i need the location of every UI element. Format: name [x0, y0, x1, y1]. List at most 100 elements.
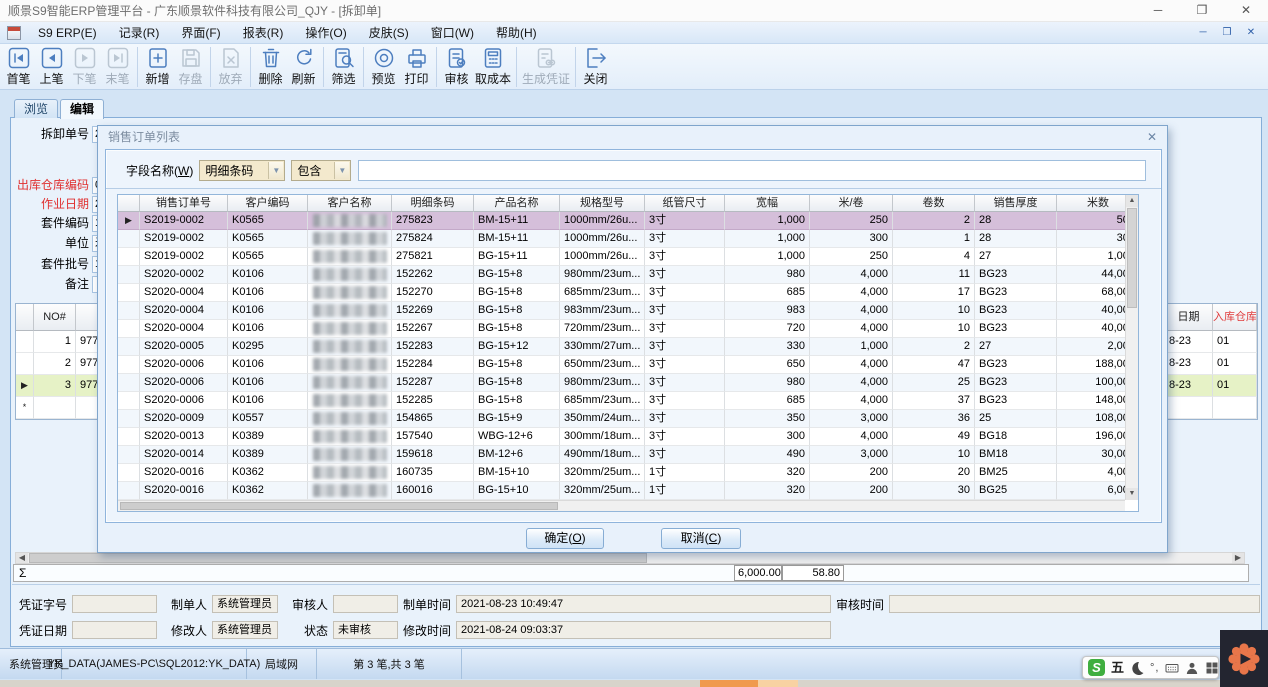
table-row[interactable]: 8-2301 — [1165, 331, 1257, 353]
table-row[interactable]: S2020-0002K0106152262BG-15+8980mm/23um..… — [118, 266, 1125, 284]
column-header-卷数[interactable]: 卷数 — [893, 195, 975, 212]
delete-button[interactable]: 删除 — [254, 46, 287, 87]
column-header-客户编码[interactable]: 客户编码 — [228, 195, 308, 212]
column-header-宽幅[interactable]: 宽幅 — [725, 195, 810, 212]
person-icon[interactable] — [1185, 661, 1199, 675]
menu-item-skin[interactable]: 皮肤(S) — [358, 22, 420, 44]
menu-item-operation[interactable]: 操作(O) — [294, 22, 357, 44]
tab-browse[interactable]: 浏览 — [14, 99, 58, 118]
voucher-no-field[interactable] — [72, 595, 157, 613]
column-header-销售厚度[interactable]: 销售厚度 — [975, 195, 1057, 212]
punctuation-icon[interactable]: °, — [1150, 662, 1159, 674]
table-row[interactable]: 8-2301 — [1165, 353, 1257, 375]
scroll-up-icon[interactable]: ▲ — [1126, 195, 1138, 207]
column-header-selector[interactable] — [118, 195, 140, 212]
column-header-销售订单号[interactable]: 销售订单号 — [140, 195, 228, 212]
prev-record-button[interactable]: 上笔 — [35, 46, 68, 87]
discard-button[interactable]: 放弃 — [214, 46, 247, 87]
horizontal-scrollbar[interactable] — [118, 500, 1125, 511]
preview-button[interactable]: 预览 — [367, 46, 400, 87]
save-button[interactable]: 存盘 — [174, 46, 207, 87]
filter-button[interactable]: 筛选 — [327, 46, 360, 87]
generate-voucher-button[interactable]: 生成凭证 — [520, 46, 572, 87]
audit-button[interactable]: 审核 — [440, 46, 473, 87]
sogou-logo-icon[interactable]: S — [1088, 659, 1105, 676]
table-row[interactable]: ▶S2019-0002K0565275823BM-15+111000mm/26u… — [118, 212, 1125, 230]
table-row[interactable]: S2020-0016K0362160016BG-15+10320mm/25um.… — [118, 482, 1125, 500]
column-header-规格型号[interactable]: 规格型号 — [560, 195, 645, 212]
column-header-入库仓库[interactable]: 入库仓库 — [1213, 304, 1257, 331]
input-mode-label[interactable]: 五 — [1111, 656, 1124, 679]
menu-item-report[interactable]: 报表(R) — [232, 22, 295, 44]
table-row[interactable]: S2019-0002K0565275821BG-15+111000mm/26u.… — [118, 248, 1125, 266]
last-record-button[interactable]: 末笔 — [101, 46, 134, 87]
table-row[interactable]: S2020-0004K0106152270BG-15+8685mm/23um..… — [118, 284, 1125, 302]
mdi-minimize-icon[interactable]: ─ — [1196, 27, 1210, 38]
scrollbar-thumb[interactable] — [120, 502, 558, 510]
close-icon[interactable]: ✕ — [1224, 0, 1268, 22]
menu-item-record[interactable]: 记录(R) — [108, 22, 171, 44]
keyboard-icon[interactable] — [1165, 661, 1179, 675]
column-header-NO#[interactable]: NO# — [34, 304, 76, 331]
ok-button[interactable]: 确定(O) — [526, 528, 604, 549]
toolbox-icon[interactable] — [1205, 661, 1219, 675]
mdi-close-icon[interactable]: ✕ — [1244, 27, 1258, 38]
table-row[interactable]: S2019-0002K0565275824BM-15+111000mm/26u.… — [118, 230, 1125, 248]
table-row[interactable]: S2020-0014K0389159618BM-12+6490mm/18um..… — [118, 446, 1125, 464]
voucher-date-field[interactable] — [72, 621, 157, 639]
column-header-产品名称[interactable]: 产品名称 — [474, 195, 560, 212]
column-header-日期[interactable]: 日期 — [1165, 304, 1213, 331]
table-row[interactable]: S2020-0006K0106152287BG-15+8980mm/23um..… — [118, 374, 1125, 392]
taskbar-item[interactable] — [758, 680, 798, 687]
refresh-button[interactable]: 刷新 — [287, 46, 320, 87]
chevron-down-icon[interactable]: ▼ — [334, 162, 349, 179]
dialog-close-icon[interactable]: ✕ — [1147, 130, 1157, 144]
column-header-客户名称[interactable]: 客户名称 — [308, 195, 392, 212]
menu-item-interface[interactable]: 界面(F) — [170, 22, 231, 44]
maximize-icon[interactable]: ❐ — [1180, 0, 1224, 22]
vertical-scrollbar[interactable]: ▲ ▼ — [1125, 195, 1138, 500]
menu-item-s9erp[interactable]: S9 ERP(E) — [27, 22, 108, 44]
table-row[interactable] — [1165, 397, 1257, 419]
next-record-button[interactable]: 下笔 — [68, 46, 101, 87]
close-form-button[interactable]: 关闭 — [579, 46, 612, 87]
table-row[interactable]: S2020-0006K0106152285BG-15+8685mm/23um..… — [118, 392, 1125, 410]
table-row[interactable]: 8-2301 — [1165, 375, 1257, 397]
print-button[interactable]: 打印 — [400, 46, 433, 87]
minimize-icon[interactable]: ─ — [1136, 0, 1180, 22]
column-header-米/卷[interactable]: 米/卷 — [810, 195, 893, 212]
add-button[interactable]: 新增 — [141, 46, 174, 87]
scroll-left-icon[interactable]: ◀ — [16, 553, 28, 563]
table-row[interactable]: S2020-0016K0362160735BM-15+10320mm/25um.… — [118, 464, 1125, 482]
filter-field-select[interactable]: 明细条码 ▼ — [199, 160, 285, 181]
moon-icon[interactable] — [1130, 661, 1144, 675]
column-header-明细条码[interactable]: 明细条码 — [392, 195, 474, 212]
cell: 1,000 — [725, 248, 810, 266]
scroll-right-icon[interactable]: ▶ — [1232, 553, 1244, 563]
table-row[interactable]: S2020-0009K0557154865BG-15+9350mm/24um..… — [118, 410, 1125, 428]
tab-edit[interactable]: 编辑 — [60, 99, 104, 119]
mdi-restore-icon[interactable]: ❒ — [1220, 27, 1234, 38]
table-row[interactable]: S2020-0005K0295152283BG-15+12330mm/27um.… — [118, 338, 1125, 356]
menu-item-help[interactable]: 帮助(H) — [485, 22, 548, 44]
column-header-米数[interactable]: 米数 — [1057, 195, 1125, 212]
taskbar-active-item[interactable] — [700, 680, 758, 687]
table-row[interactable]: S2020-0004K0106152267BG-15+8720mm/23um..… — [118, 320, 1125, 338]
main-horizontal-scrollbar[interactable]: ◀ ▶ — [15, 552, 1245, 564]
filter-value-input[interactable] — [358, 160, 1146, 181]
column-header-纸管尺寸[interactable]: 纸管尺寸 — [645, 195, 725, 212]
cancel-button[interactable]: 取消(C) — [661, 528, 741, 549]
app-logo-tile[interactable] — [1220, 630, 1268, 687]
first-record-button[interactable]: 首笔 — [2, 46, 35, 87]
table-row[interactable]: S2020-0013K0389157540WBG-12+6300mm/18um.… — [118, 428, 1125, 446]
table-row[interactable]: S2020-0006K0106152284BG-15+8650mm/23um..… — [118, 356, 1125, 374]
filter-operator-select[interactable]: 包含 ▼ — [291, 160, 351, 181]
chevron-down-icon[interactable]: ▼ — [268, 162, 283, 179]
scrollbar-thumb[interactable] — [29, 553, 647, 563]
get-cost-button[interactable]: 取成本 — [473, 46, 513, 87]
column-header-selector[interactable] — [16, 304, 34, 331]
menu-item-window[interactable]: 窗口(W) — [420, 22, 485, 44]
scroll-down-icon[interactable]: ▼ — [1126, 488, 1138, 500]
scrollbar-thumb[interactable] — [1127, 208, 1137, 308]
table-row[interactable]: S2020-0004K0106152269BG-15+8983mm/23um..… — [118, 302, 1125, 320]
